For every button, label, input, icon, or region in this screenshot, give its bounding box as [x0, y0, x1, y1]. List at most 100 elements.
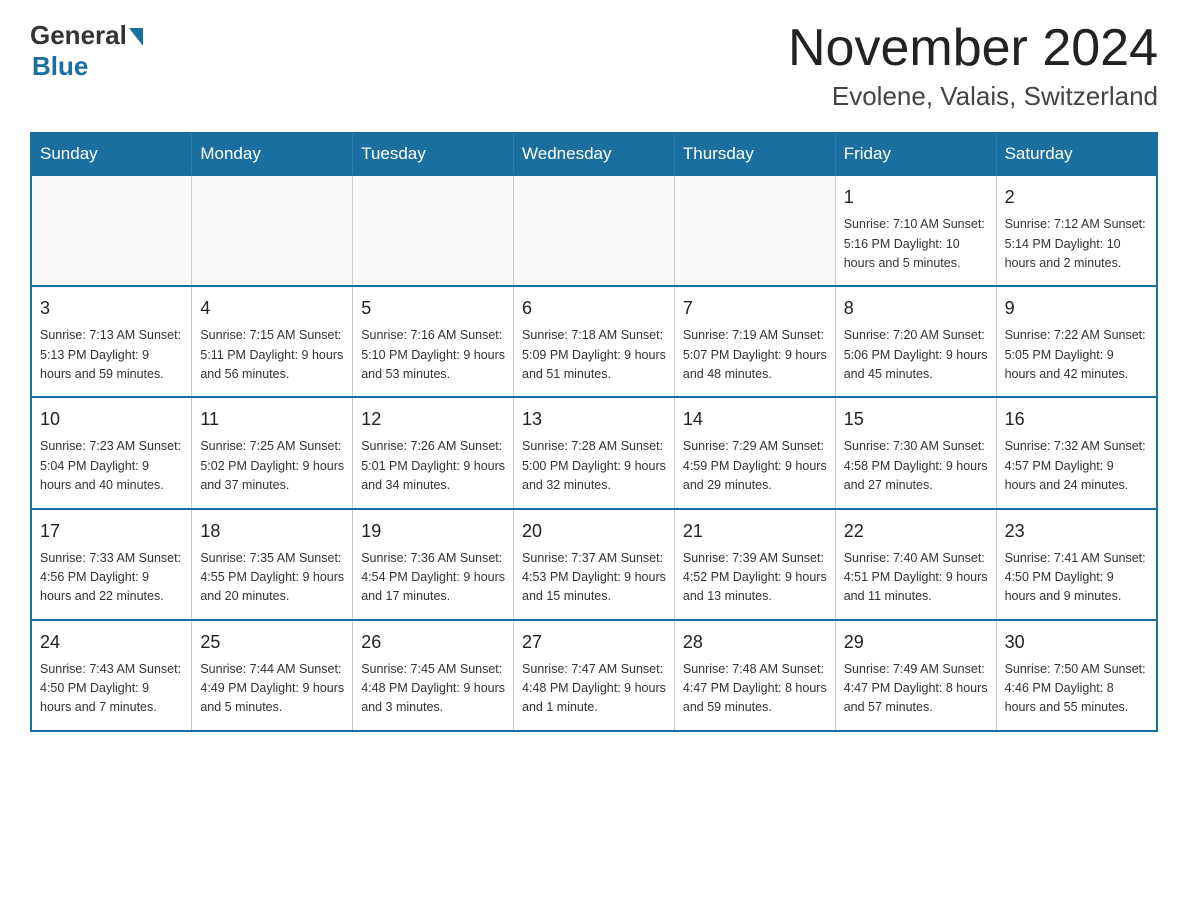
weekday-header-monday: Monday: [192, 133, 353, 175]
day-info: Sunrise: 7:10 AM Sunset: 5:16 PM Dayligh…: [844, 215, 988, 273]
day-info: Sunrise: 7:16 AM Sunset: 5:10 PM Dayligh…: [361, 326, 505, 384]
calendar-cell: 30 Sunrise: 7:50 AM Sunset: 4:46 PM Dayli…: [996, 620, 1157, 731]
calendar-cell: 28Sunrise: 7:48 AM Sunset: 4:47 PM Dayli…: [674, 620, 835, 731]
day-number: 27: [522, 629, 666, 656]
weekday-header-saturday: Saturday: [996, 133, 1157, 175]
day-number: 15: [844, 406, 988, 433]
weekday-header-wednesday: Wednesday: [514, 133, 675, 175]
day-info: Sunrise: 7:36 AM Sunset: 4:54 PM Dayligh…: [361, 549, 505, 607]
day-info: Sunrise: 7:26 AM Sunset: 5:01 PM Dayligh…: [361, 437, 505, 495]
calendar-week-row: 17 Sunrise: 7:33 AM Sunset: 4:56 PM Dayli…: [31, 509, 1157, 620]
page-header: General Blue November 2024 Evolene, Vala…: [30, 20, 1158, 112]
day-number: 1: [844, 184, 988, 211]
day-number: 22: [844, 518, 988, 545]
day-info: Sunrise: 7:50 AM Sunset: 4:46 PM Dayligh…: [1005, 660, 1148, 718]
day-info: Sunrise: 7:15 AM Sunset: 5:11 PM Dayligh…: [200, 326, 344, 384]
calendar-cell: [674, 175, 835, 286]
day-info: Sunrise: 7:25 AM Sunset: 5:02 PM Dayligh…: [200, 437, 344, 495]
day-number: 19: [361, 518, 505, 545]
calendar-table: SundayMondayTuesdayWednesdayThursdayFrid…: [30, 132, 1158, 732]
calendar-cell: 14 Sunrise: 7:29 AM Sunset: 4:59 PM Dayli…: [674, 397, 835, 508]
calendar-cell: 19 Sunrise: 7:36 AM Sunset: 4:54 PM Dayli…: [353, 509, 514, 620]
calendar-cell: 13 Sunrise: 7:28 AM Sunset: 5:00 PM Dayli…: [514, 397, 675, 508]
day-number: 28: [683, 629, 827, 656]
day-number: 10: [40, 406, 183, 433]
day-number: 5: [361, 295, 505, 322]
calendar-cell: [514, 175, 675, 286]
calendar-cell: 5 Sunrise: 7:16 AM Sunset: 5:10 PM Daylig…: [353, 286, 514, 397]
day-number: 3: [40, 295, 183, 322]
day-number: 14: [683, 406, 827, 433]
day-info: Sunrise: 7:45 AM Sunset: 4:48 PM Dayligh…: [361, 660, 505, 718]
logo: General Blue: [30, 20, 143, 82]
logo-general-text: General: [30, 20, 127, 51]
calendar-cell: 16 Sunrise: 7:32 AM Sunset: 4:57 PM Dayli…: [996, 397, 1157, 508]
day-number: 13: [522, 406, 666, 433]
calendar-cell: 9 Sunrise: 7:22 AM Sunset: 5:05 PM Daylig…: [996, 286, 1157, 397]
weekday-header-tuesday: Tuesday: [353, 133, 514, 175]
day-number: 16: [1005, 406, 1148, 433]
calendar-cell: 24 Sunrise: 7:43 AM Sunset: 4:50 PM Dayli…: [31, 620, 192, 731]
calendar-cell: 25Sunrise: 7:44 AM Sunset: 4:49 PM Dayli…: [192, 620, 353, 731]
calendar-cell: 1 Sunrise: 7:10 AM Sunset: 5:16 PM Daylig…: [835, 175, 996, 286]
day-number: 12: [361, 406, 505, 433]
day-info: Sunrise: 7:22 AM Sunset: 5:05 PM Dayligh…: [1005, 326, 1148, 384]
calendar-cell: 27 Sunrise: 7:47 AM Sunset: 4:48 PM Dayli…: [514, 620, 675, 731]
calendar-location: Evolene, Valais, Switzerland: [788, 81, 1158, 112]
day-number: 23: [1005, 518, 1148, 545]
calendar-cell: [353, 175, 514, 286]
day-number: 17: [40, 518, 183, 545]
day-number: 26: [361, 629, 505, 656]
day-info: Sunrise: 7:28 AM Sunset: 5:00 PM Dayligh…: [522, 437, 666, 495]
weekday-header-friday: Friday: [835, 133, 996, 175]
calendar-cell: 15 Sunrise: 7:30 AM Sunset: 4:58 PM Dayli…: [835, 397, 996, 508]
day-info: Sunrise: 7:18 AM Sunset: 5:09 PM Dayligh…: [522, 326, 666, 384]
day-info: Sunrise: 7:30 AM Sunset: 4:58 PM Dayligh…: [844, 437, 988, 495]
day-number: 24: [40, 629, 183, 656]
calendar-week-row: 3 Sunrise: 7:13 AM Sunset: 5:13 PM Daylig…: [31, 286, 1157, 397]
day-number: 11: [200, 406, 344, 433]
calendar-cell: 17 Sunrise: 7:33 AM Sunset: 4:56 PM Dayli…: [31, 509, 192, 620]
day-number: 21: [683, 518, 827, 545]
day-number: 4: [200, 295, 344, 322]
day-info: Sunrise: 7:33 AM Sunset: 4:56 PM Dayligh…: [40, 549, 183, 607]
calendar-week-row: 24 Sunrise: 7:43 AM Sunset: 4:50 PM Dayli…: [31, 620, 1157, 731]
day-info: Sunrise: 7:37 AM Sunset: 4:53 PM Dayligh…: [522, 549, 666, 607]
weekday-header-thursday: Thursday: [674, 133, 835, 175]
calendar-cell: 4 Sunrise: 7:15 AM Sunset: 5:11 PM Daylig…: [192, 286, 353, 397]
day-info: Sunrise: 7:29 AM Sunset: 4:59 PM Dayligh…: [683, 437, 827, 495]
day-number: 7: [683, 295, 827, 322]
day-info: Sunrise: 7:13 AM Sunset: 5:13 PM Dayligh…: [40, 326, 183, 384]
calendar-cell: 2 Sunrise: 7:12 AM Sunset: 5:14 PM Daylig…: [996, 175, 1157, 286]
day-info: Sunrise: 7:32 AM Sunset: 4:57 PM Dayligh…: [1005, 437, 1148, 495]
day-number: 8: [844, 295, 988, 322]
day-number: 20: [522, 518, 666, 545]
day-number: 25: [200, 629, 344, 656]
calendar-cell: [31, 175, 192, 286]
calendar-cell: 12 Sunrise: 7:26 AM Sunset: 5:01 PM Dayli…: [353, 397, 514, 508]
calendar-cell: 3 Sunrise: 7:13 AM Sunset: 5:13 PM Daylig…: [31, 286, 192, 397]
day-number: 30: [1005, 629, 1148, 656]
calendar-cell: 22Sunrise: 7:40 AM Sunset: 4:51 PM Dayli…: [835, 509, 996, 620]
calendar-month-year: November 2024: [788, 20, 1158, 77]
calendar-cell: 6Sunrise: 7:18 AM Sunset: 5:09 PM Daylig…: [514, 286, 675, 397]
logo-blue-text: Blue: [32, 51, 88, 82]
calendar-cell: 23Sunrise: 7:41 AM Sunset: 4:50 PM Dayli…: [996, 509, 1157, 620]
day-info: Sunrise: 7:43 AM Sunset: 4:50 PM Dayligh…: [40, 660, 183, 718]
day-info: Sunrise: 7:49 AM Sunset: 4:47 PM Dayligh…: [844, 660, 988, 718]
day-info: Sunrise: 7:47 AM Sunset: 4:48 PM Dayligh…: [522, 660, 666, 718]
day-number: 9: [1005, 295, 1148, 322]
calendar-header-row: SundayMondayTuesdayWednesdayThursdayFrid…: [31, 133, 1157, 175]
weekday-header-sunday: Sunday: [31, 133, 192, 175]
day-number: 2: [1005, 184, 1148, 211]
calendar-cell: 11 Sunrise: 7:25 AM Sunset: 5:02 PM Dayli…: [192, 397, 353, 508]
day-info: Sunrise: 7:35 AM Sunset: 4:55 PM Dayligh…: [200, 549, 344, 607]
calendar-title-block: November 2024 Evolene, Valais, Switzerla…: [788, 20, 1158, 112]
day-info: Sunrise: 7:39 AM Sunset: 4:52 PM Dayligh…: [683, 549, 827, 607]
calendar-week-row: 1 Sunrise: 7:10 AM Sunset: 5:16 PM Daylig…: [31, 175, 1157, 286]
calendar-cell: 26 Sunrise: 7:45 AM Sunset: 4:48 PM Dayli…: [353, 620, 514, 731]
day-number: 18: [200, 518, 344, 545]
calendar-cell: 8Sunrise: 7:20 AM Sunset: 5:06 PM Daylig…: [835, 286, 996, 397]
day-info: Sunrise: 7:12 AM Sunset: 5:14 PM Dayligh…: [1005, 215, 1148, 273]
calendar-cell: 7Sunrise: 7:19 AM Sunset: 5:07 PM Daylig…: [674, 286, 835, 397]
